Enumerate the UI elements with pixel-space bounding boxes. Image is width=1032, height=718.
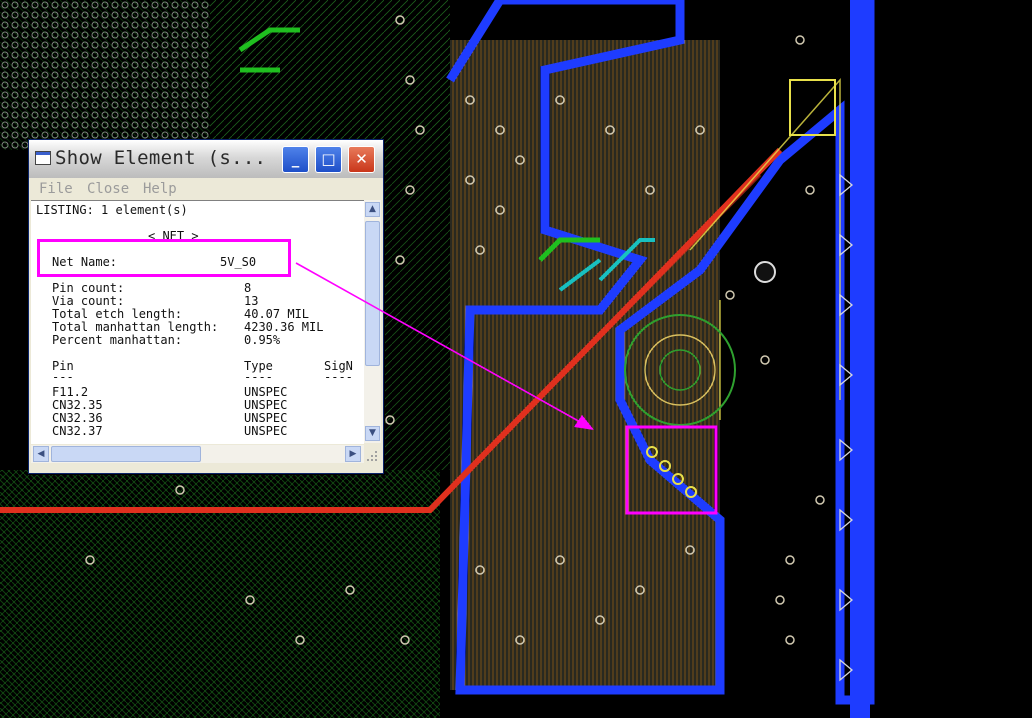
column-underline: ---- (244, 370, 273, 384)
pin-name: CN32.37 (52, 424, 103, 438)
minimize-button[interactable]: _ (282, 146, 309, 173)
show-element-window[interactable]: Show Element (s... _ □ ✕ File Close Help… (28, 139, 384, 474)
vertical-scroll-thumb[interactable] (365, 221, 380, 366)
window-title: Show Element (s... (55, 147, 267, 169)
bus-traces-area (450, 40, 720, 690)
maximize-button[interactable]: □ (315, 146, 342, 173)
vertical-scrollbar[interactable]: ▲ ▼ (364, 200, 381, 443)
horizontal-scrollbar[interactable]: ◀ ▶ (31, 445, 364, 463)
listing-header: LISTING: 1 element(s) (36, 203, 188, 217)
net-name-highlight-box (37, 239, 291, 277)
window-titlebar[interactable]: Show Element (s... _ □ ✕ (29, 140, 383, 178)
blue-plane-edge (850, 0, 870, 718)
horizontal-scroll-thumb[interactable] (51, 446, 201, 462)
menu-close[interactable]: Close (87, 181, 129, 197)
window-app-icon[interactable] (35, 151, 51, 165)
close-button[interactable]: ✕ (348, 146, 375, 173)
menu-file[interactable]: File (39, 181, 73, 197)
stat-label: Percent manhattan: (52, 333, 183, 347)
menu-help[interactable]: Help (143, 181, 177, 197)
column-underline: ---- (324, 370, 353, 384)
scroll-up-arrow-icon[interactable]: ▲ (365, 202, 380, 217)
stat-value: 0.95% (244, 333, 281, 347)
menu-bar: File Close Help (29, 178, 383, 200)
scroll-left-arrow-icon[interactable]: ◀ (33, 446, 49, 462)
scroll-down-arrow-icon[interactable]: ▼ (365, 426, 380, 441)
scroll-right-arrow-icon[interactable]: ▶ (345, 446, 361, 462)
listing-text-area[interactable]: LISTING: 1 element(s) < NET > Net Name: … (31, 200, 364, 444)
pin-type: UNSPEC (244, 424, 288, 438)
resize-grip-icon[interactable] (365, 449, 379, 463)
column-underline: --- (52, 370, 74, 384)
